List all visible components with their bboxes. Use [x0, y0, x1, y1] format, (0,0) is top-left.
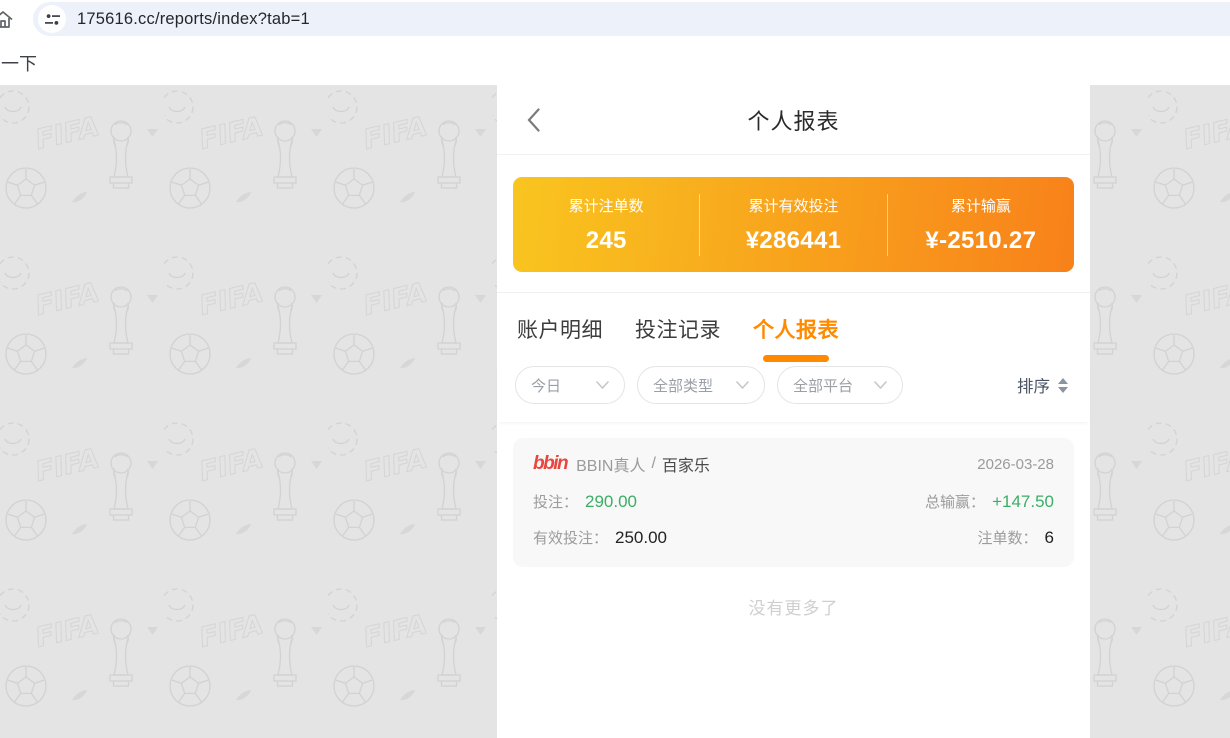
no-more-indicator: 没有更多了 — [513, 567, 1074, 646]
bet-value: 290.00 — [585, 492, 637, 512]
tabs-bar: 账户明细 投注记录 个人报表 — [497, 293, 1090, 363]
stat-value: ¥-2510.27 — [888, 227, 1074, 255]
type-filter-dropdown[interactable]: 全部类型 — [637, 366, 765, 404]
sort-ascending-icon — [1058, 378, 1068, 384]
type-filter-value: 全部类型 — [653, 375, 713, 396]
summary-stat-orders: 累计注单数 245 — [513, 195, 699, 255]
filters-bar: 今日 全部类型 全部平台 排序 — [497, 363, 1090, 422]
sort-descending-icon — [1058, 387, 1068, 393]
summary-card: 累计注单数 245 累计有效投注 ¥286441 累计输赢 ¥-2510.27 — [513, 177, 1074, 272]
home-icon[interactable] — [0, 8, 15, 37]
tab-personal-report[interactable]: 个人报表 — [753, 314, 839, 363]
winloss-label: 总输赢： — [925, 491, 985, 512]
chevron-down-icon — [596, 381, 609, 389]
order-count-value: 6 — [1045, 528, 1054, 548]
page-title: 个人报表 — [747, 104, 839, 136]
sort-label: 排序 — [1017, 373, 1050, 397]
url-text[interactable]: 175616.cc/reports/index?tab=1 — [77, 10, 310, 29]
tab-account-details[interactable]: 账户明细 — [517, 314, 603, 363]
stat-value: ¥286441 — [700, 227, 886, 255]
bookmark-item[interactable]: 一下 — [1, 50, 37, 76]
chevron-down-icon — [874, 381, 887, 389]
summary-stat-winloss: 累计输赢 ¥-2510.27 — [888, 195, 1074, 255]
report-panel: 个人报表 累计注单数 245 累计有效投注 ¥286441 累计输赢 ¥-251… — [497, 85, 1090, 738]
browser-toolbar: 175616.cc/reports/index?tab=1 一下 — [0, 0, 1230, 85]
name-separator: / — [651, 455, 655, 473]
platform-filter-dropdown[interactable]: 全部平台 — [777, 366, 903, 404]
sort-arrows-icon — [1058, 378, 1068, 393]
bet-label: 投注： — [533, 491, 578, 512]
bbin-logo: bbin — [533, 453, 567, 475]
report-list: bbin BBIN真人 / 百家乐 2026-03-28 投注： 290.00 … — [497, 422, 1090, 738]
winloss-value: +147.50 — [992, 492, 1054, 512]
order-count-pair: 注单数： 6 — [978, 527, 1054, 548]
platform-filter-value: 全部平台 — [793, 375, 853, 396]
tab-bet-records[interactable]: 投注记录 — [635, 314, 721, 363]
stat-value: 245 — [513, 227, 699, 255]
back-button[interactable] — [527, 108, 543, 132]
report-record-card[interactable]: bbin BBIN真人 / 百家乐 2026-03-28 投注： 290.00 … — [513, 438, 1074, 567]
valid-bet-label: 有效投注： — [533, 527, 608, 548]
provider-name: BBIN真人 — [576, 452, 645, 476]
summary-section: 累计注单数 245 累计有效投注 ¥286441 累计输赢 ¥-2510.27 — [497, 155, 1090, 292]
summary-stat-valid-bets: 累计有效投注 ¥286441 — [700, 195, 886, 255]
valid-bet-value: 250.00 — [615, 528, 667, 548]
tune-icon — [45, 12, 60, 27]
record-header: bbin BBIN真人 / 百家乐 2026-03-28 — [533, 452, 1054, 476]
stat-label: 累计有效投注 — [700, 195, 886, 216]
record-row-1: 投注： 290.00 总输赢： +147.50 — [533, 491, 1054, 512]
chevron-down-icon — [736, 381, 749, 389]
sort-control[interactable]: 排序 — [1017, 373, 1068, 397]
date-filter-dropdown[interactable]: 今日 — [515, 366, 625, 404]
record-date: 2026-03-28 — [977, 456, 1054, 473]
site-settings-chip[interactable] — [38, 5, 66, 33]
order-count-label: 注单数： — [978, 527, 1038, 548]
date-filter-value: 今日 — [531, 375, 561, 396]
panel-header: 个人报表 — [497, 85, 1090, 155]
address-bar[interactable]: 175616.cc/reports/index?tab=1 — [33, 2, 1230, 36]
record-row-2: 有效投注： 250.00 注单数： 6 — [533, 527, 1054, 548]
page-content: FIFA 个人报表 — [0, 85, 1230, 738]
stat-label: 累计输赢 — [888, 195, 1074, 216]
stat-label: 累计注单数 — [513, 195, 699, 216]
valid-bet-pair: 有效投注： 250.00 — [533, 527, 667, 548]
bet-amount-pair: 投注： 290.00 — [533, 491, 637, 512]
total-winloss-pair: 总输赢： +147.50 — [925, 491, 1054, 512]
chevron-left-icon — [527, 108, 540, 132]
game-name: 百家乐 — [662, 452, 710, 476]
